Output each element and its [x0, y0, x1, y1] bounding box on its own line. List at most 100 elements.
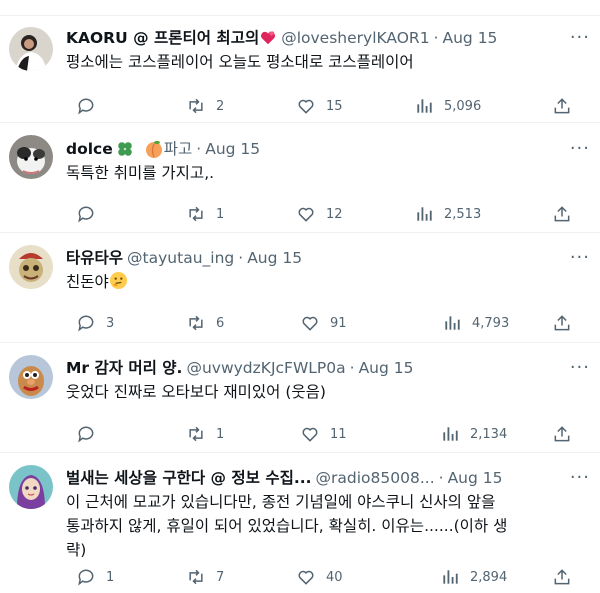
- share-icon: [552, 424, 572, 444]
- more-icon[interactable]: ···: [570, 246, 590, 270]
- timestamp[interactable]: Aug 15: [448, 466, 503, 490]
- retweet-button[interactable]: 1: [176, 424, 290, 444]
- view-count: 2,894: [470, 569, 508, 585]
- reply-icon: [76, 96, 96, 116]
- like-count: 40: [326, 569, 343, 585]
- reply-button[interactable]: 1: [66, 567, 176, 587]
- heart-icon: [296, 204, 316, 224]
- retweet-icon: [186, 424, 206, 444]
- heart-icon: [300, 313, 320, 333]
- like-button[interactable]: 40: [286, 567, 430, 587]
- username[interactable]: 파고: [164, 137, 193, 161]
- views-icon: [414, 96, 434, 116]
- share-button[interactable]: [542, 567, 572, 587]
- more-icon[interactable]: ···: [570, 466, 590, 490]
- avatar[interactable]: [9, 135, 53, 179]
- timestamp[interactable]: Aug 15: [247, 246, 302, 270]
- retweet-count: 6: [216, 315, 225, 331]
- views-button[interactable]: 2,134: [430, 424, 542, 444]
- heart-icon: [296, 567, 316, 587]
- share-button[interactable]: [542, 424, 572, 444]
- retweet-button[interactable]: 7: [176, 567, 286, 587]
- display-name[interactable]: Mr 감자 머리 양.: [66, 356, 182, 380]
- username[interactable]: @uvwydzKJcFWLP0a: [186, 356, 345, 380]
- share-icon: [552, 204, 572, 224]
- reply-button[interactable]: [66, 424, 176, 444]
- tweet-text: 평소에는 코스플레이어 오늘도 평소대로 코스플레이어: [66, 53, 414, 71]
- avatar[interactable]: [9, 27, 53, 71]
- timestamp[interactable]: Aug 15: [205, 137, 260, 161]
- thinking-face-icon: [109, 271, 127, 290]
- views-button[interactable]: 4,793: [432, 313, 542, 333]
- four-leaf-clover-icon: [118, 142, 132, 156]
- avatar[interactable]: [9, 355, 53, 399]
- display-name[interactable]: KAORU @ 프론티어 최고의: [66, 26, 259, 50]
- reply-icon: [76, 204, 96, 224]
- tweet-text: 독특한 취미를 가지고,.: [66, 164, 215, 182]
- reply-icon: [76, 567, 96, 587]
- avatar[interactable]: [9, 465, 53, 509]
- tweet-text: 친돈야: [66, 273, 109, 291]
- display-name[interactable]: 벌새는 세상을 구한다 @ 정보 수집...: [66, 466, 312, 490]
- view-count: 4,793: [472, 315, 510, 331]
- like-button[interactable]: 15: [286, 96, 404, 116]
- views-button[interactable]: 2,894: [430, 567, 542, 587]
- views-button[interactable]: 5,096: [404, 96, 542, 116]
- like-count: 91: [330, 315, 347, 331]
- separator: ·: [349, 359, 355, 377]
- tweet-2[interactable]: dolce 파고 · Aug 15 독특한 취미를 가지고,. ··· 1 12…: [0, 123, 600, 233]
- reply-icon: [76, 424, 96, 444]
- retweet-button[interactable]: 1: [176, 204, 286, 224]
- reply-button[interactable]: 3: [66, 313, 176, 333]
- share-icon: [552, 567, 572, 587]
- share-button[interactable]: [542, 96, 572, 116]
- share-icon: [552, 96, 572, 116]
- retweet-count: 1: [216, 426, 225, 442]
- more-icon[interactable]: ···: [570, 137, 590, 161]
- tweet-3[interactable]: 타유타우 @tayutau_ing · Aug 15 친돈야 ··· 3 6 9…: [0, 233, 600, 343]
- retweet-count: 7: [216, 569, 225, 585]
- share-button[interactable]: [542, 204, 572, 224]
- retweet-count: 2: [216, 98, 225, 114]
- views-button[interactable]: 2,513: [404, 204, 542, 224]
- username[interactable]: @radio85008...: [316, 466, 435, 490]
- retweet-icon: [186, 567, 206, 587]
- tweet-4[interactable]: Mr 감자 머리 양. @uvwydzKJcFWLP0a · Aug 15 웃었…: [0, 343, 600, 453]
- retweet-icon: [186, 313, 206, 333]
- tweet-text: 이 근처에 모교가 있습니다만, 종전 기념일에 야스쿠니 신사의 앞을 통과하…: [66, 490, 588, 562]
- previous-tweet-edge: [0, 0, 600, 16]
- reply-button[interactable]: [66, 204, 176, 224]
- reply-count: 1: [106, 569, 115, 585]
- avatar[interactable]: [9, 245, 53, 289]
- tweet-1[interactable]: KAORU @ 프론티어 최고의 @lovesherylKAOR1 · Aug …: [0, 16, 600, 123]
- like-count: 15: [326, 98, 343, 114]
- views-icon: [414, 204, 434, 224]
- share-button[interactable]: [542, 313, 572, 333]
- retweet-button[interactable]: 6: [176, 313, 290, 333]
- more-icon[interactable]: ···: [570, 356, 590, 380]
- reply-button[interactable]: [66, 96, 176, 116]
- more-icon[interactable]: ···: [570, 26, 590, 50]
- separator: ·: [238, 249, 244, 267]
- tweet-text-line: 이 근처에 모교가 있습니다만, 종전 기념일에 야스쿠니 신사의 앞을: [66, 493, 496, 511]
- username[interactable]: @lovesherylKAOR1: [281, 26, 429, 50]
- like-button[interactable]: 91: [290, 313, 432, 333]
- view-count: 2,134: [470, 426, 508, 442]
- view-count: 5,096: [444, 98, 482, 114]
- tweet-5[interactable]: 벌새는 세상을 구한다 @ 정보 수집... @radio85008... · …: [0, 453, 600, 593]
- tweet-text-line: 략): [66, 541, 87, 559]
- like-button[interactable]: 11: [290, 424, 430, 444]
- timestamp[interactable]: Aug 15: [443, 26, 498, 50]
- username[interactable]: @tayutau_ing: [127, 246, 234, 270]
- retweet-button[interactable]: 2: [176, 96, 286, 116]
- like-button[interactable]: 12: [286, 204, 404, 224]
- retweet-icon: [186, 96, 206, 116]
- retweet-icon: [186, 204, 206, 224]
- reply-count: 3: [106, 315, 115, 331]
- heart-icon: [296, 96, 316, 116]
- display-name[interactable]: dolce: [66, 137, 113, 161]
- display-name[interactable]: 타유타우: [66, 246, 123, 270]
- tweet-text-line: 통과하지 않게, 휴일이 되어 있었습니다, 확실히. 이유는......(이하…: [66, 517, 508, 535]
- separator: ·: [196, 140, 202, 158]
- timestamp[interactable]: Aug 15: [359, 356, 414, 380]
